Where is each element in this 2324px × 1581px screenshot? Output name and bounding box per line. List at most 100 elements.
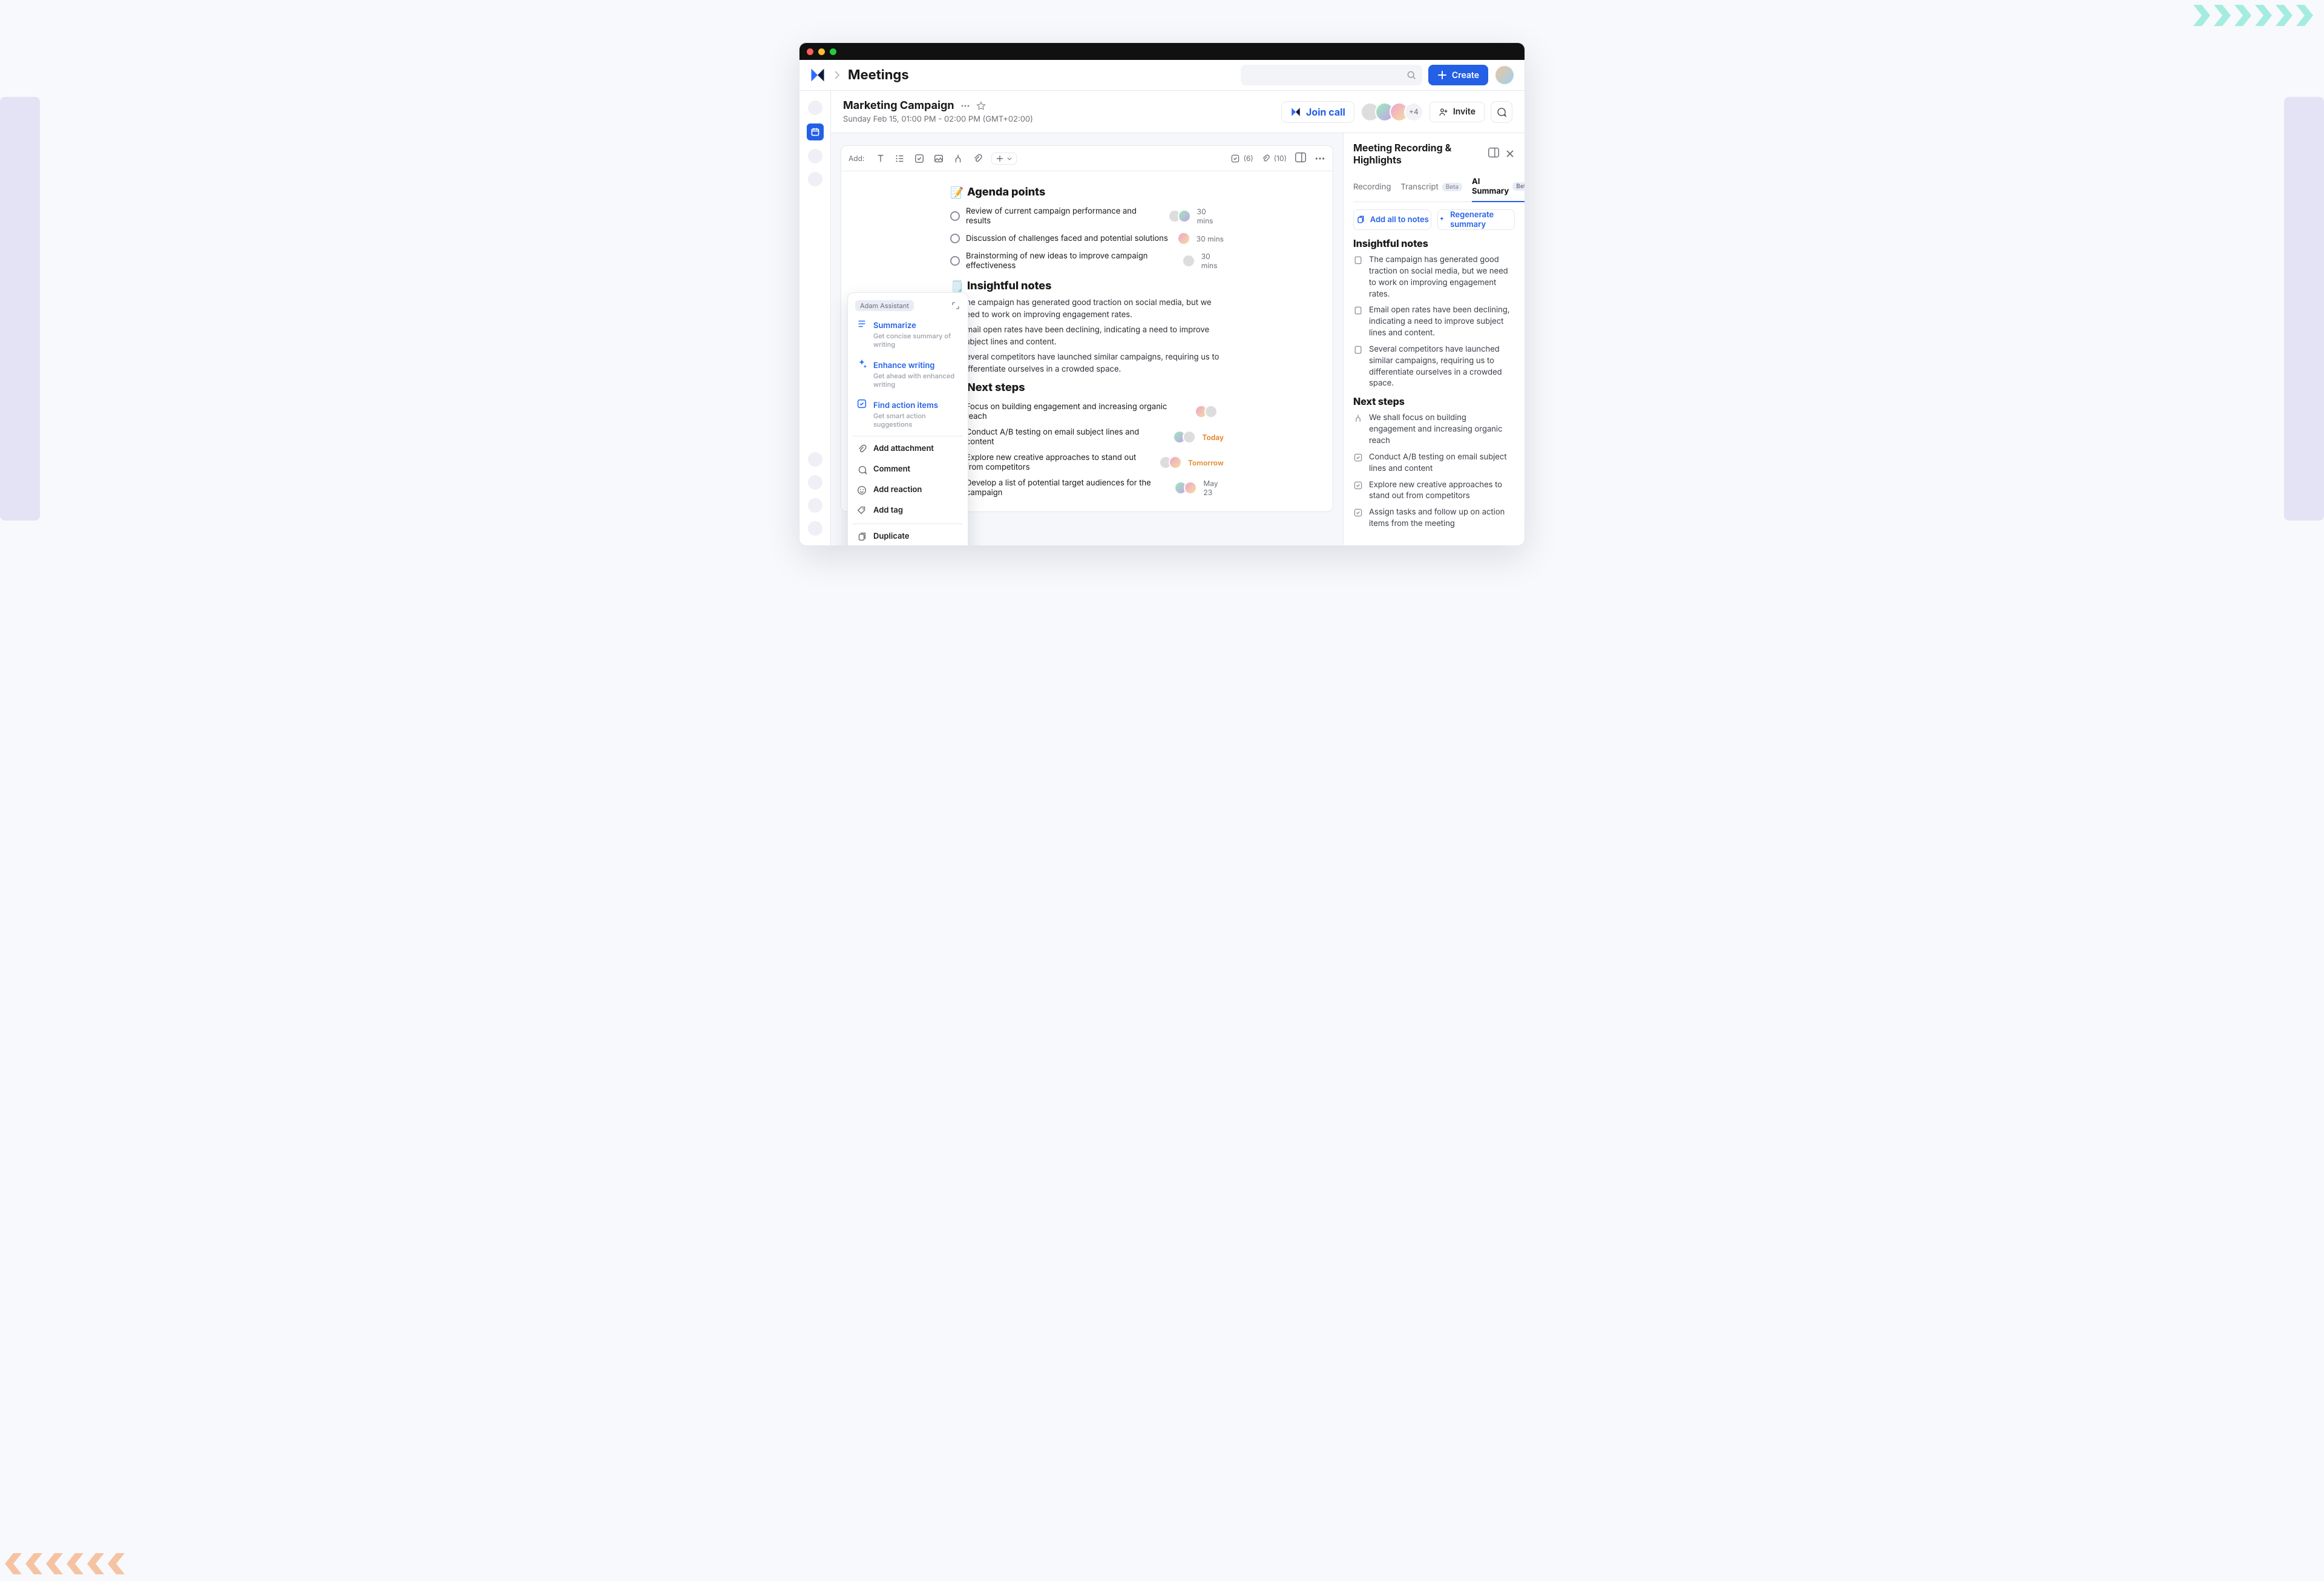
- duplicate-icon: [856, 531, 867, 542]
- panel-close-icon[interactable]: [1505, 146, 1515, 162]
- meeting-time: Sunday Feb 15, 01:00 PM - 02:00 PM (GMT+…: [843, 114, 1033, 124]
- step-item[interactable]: Conduct A/B testing on email subject lin…: [950, 424, 1224, 450]
- note-icon: [1353, 306, 1363, 315]
- menu-duplicate[interactable]: Duplicate: [852, 527, 964, 546]
- step-item[interactable]: Focus on building engagement and increas…: [950, 399, 1224, 424]
- chat-button[interactable]: [1491, 101, 1512, 123]
- note-icon: [1353, 255, 1363, 265]
- note-item: Email open rates have been declining, in…: [961, 324, 1224, 348]
- assignees[interactable]: [1174, 481, 1197, 495]
- menu-enhance[interactable]: Enhance writingGet ahead with enhanced w…: [852, 353, 964, 393]
- agenda-item[interactable]: Review of current campaign performance a…: [950, 203, 1224, 229]
- text-tool-icon[interactable]: [875, 153, 886, 164]
- invite-button[interactable]: Invite: [1430, 102, 1485, 122]
- content: Marketing Campaign Sunday Feb 15, 01:00 …: [831, 91, 1525, 545]
- notes-list: The campaign has generated good traction…: [950, 297, 1224, 375]
- list-tool-icon[interactable]: [894, 153, 905, 164]
- panel-step[interactable]: Explore new creative approaches to stand…: [1353, 479, 1515, 502]
- menu-summarize[interactable]: SummarizeGet concise summary of writing: [852, 314, 964, 353]
- comment-icon: [856, 464, 867, 475]
- tab-transcript[interactable]: TranscriptBeta: [1400, 177, 1462, 197]
- agenda-item[interactable]: Discussion of challenges faced and poten…: [950, 229, 1224, 248]
- rail-item-4[interactable]: [808, 172, 822, 186]
- menu-add-reaction[interactable]: Add reaction: [852, 480, 964, 501]
- rail-item-1[interactable]: [808, 100, 822, 115]
- search-input[interactable]: [1241, 65, 1422, 85]
- assignees[interactable]: [1173, 430, 1196, 444]
- minimize-dot[interactable]: [818, 48, 825, 55]
- participants-more[interactable]: +4: [1404, 102, 1423, 122]
- assignees[interactable]: [1177, 232, 1190, 245]
- menu-comment[interactable]: Comment: [852, 459, 964, 480]
- kebab-icon[interactable]: [960, 101, 970, 111]
- step-text: Conduct A/B testing on email subject lin…: [966, 427, 1167, 447]
- tab-recording[interactable]: Recording: [1353, 177, 1391, 197]
- create-button[interactable]: Create: [1428, 65, 1488, 85]
- checkbox-icon: [1353, 508, 1363, 518]
- radio-icon[interactable]: [950, 211, 960, 221]
- rail-item-bottom-2[interactable]: [808, 475, 822, 490]
- breadcrumb-current[interactable]: Meetings: [848, 67, 909, 83]
- assignees[interactable]: [1182, 254, 1195, 268]
- expand-icon[interactable]: [951, 301, 960, 311]
- attachment-tool-icon[interactable]: [972, 153, 983, 164]
- step-item[interactable]: Develop a list of potential target audie…: [950, 475, 1224, 501]
- user-avatar[interactable]: [1494, 65, 1515, 85]
- toolbar-plus-button[interactable]: [991, 153, 1017, 165]
- plus-icon: [996, 154, 1004, 163]
- layout-toggle-icon[interactable]: [1294, 151, 1307, 166]
- context-menu: Adam Assistant SummarizeGet concise summ…: [847, 292, 968, 546]
- agenda-item[interactable]: Brainstorming of new ideas to improve ca…: [950, 248, 1224, 274]
- panel-step[interactable]: We shall focus on building engagement an…: [1353, 412, 1515, 447]
- close-dot[interactable]: [807, 48, 813, 55]
- menu-item-title: Duplicate: [873, 531, 910, 541]
- panel-note[interactable]: Several competitors have launched simila…: [1353, 344, 1515, 389]
- route-tool-icon[interactable]: [953, 153, 963, 164]
- search-icon: [1407, 70, 1416, 80]
- star-icon[interactable]: [976, 101, 986, 111]
- join-call-button[interactable]: Join call: [1281, 101, 1354, 123]
- calendar-icon[interactable]: [807, 123, 824, 140]
- checklist-tool-icon[interactable]: [914, 153, 925, 164]
- radio-icon[interactable]: [950, 234, 960, 243]
- menu-item-desc: Get concise summary of writing: [873, 332, 959, 349]
- checklist-icon: [856, 398, 867, 409]
- panel-layout-icon[interactable]: [1487, 146, 1500, 162]
- join-call-label: Join call: [1306, 106, 1345, 118]
- toolbar-kebab-icon[interactable]: [1315, 153, 1325, 164]
- menu-item-title: Comment: [873, 464, 910, 474]
- assignees[interactable]: [1195, 405, 1218, 418]
- panel-note[interactable]: The campaign has generated good traction…: [1353, 254, 1515, 300]
- image-tool-icon[interactable]: [933, 153, 944, 164]
- panel-note[interactable]: Email open rates have been declining, in…: [1353, 304, 1515, 339]
- menu-add-tag[interactable]: Add tag: [852, 501, 964, 521]
- assignees[interactable]: [1159, 456, 1182, 469]
- tab-ai-summary[interactable]: AI SummaryBeta: [1472, 172, 1525, 202]
- agenda-duration: 30 mins: [1196, 234, 1224, 243]
- participants-stack[interactable]: +4: [1361, 102, 1423, 122]
- panel-step[interactable]: Conduct A/B testing on email subject lin…: [1353, 452, 1515, 475]
- attachments-count[interactable]: (10): [1261, 154, 1287, 163]
- step-item[interactable]: Explore new creative approaches to stand…: [950, 450, 1224, 475]
- radio-icon[interactable]: [950, 256, 960, 266]
- zoom-dot[interactable]: [830, 48, 836, 55]
- menu-add-attachment[interactable]: Add attachment: [852, 439, 964, 459]
- sparkle-icon: [1438, 215, 1446, 225]
- rail-item-bottom-1[interactable]: [808, 452, 822, 467]
- regenerate-summary-button[interactable]: Regenerate summary: [1437, 209, 1515, 230]
- create-button-label: Create: [1452, 70, 1479, 81]
- app-logo[interactable]: [809, 67, 826, 84]
- meeting-header: Marketing Campaign Sunday Feb 15, 01:00 …: [831, 91, 1525, 133]
- add-all-to-notes-button[interactable]: Add all to notes: [1353, 209, 1431, 230]
- panel-step[interactable]: Assign tasks and follow up on action ite…: [1353, 507, 1515, 530]
- rail-item-bottom-4[interactable]: [808, 521, 822, 536]
- rail-item-3[interactable]: [808, 149, 822, 163]
- menu-find-actions[interactable]: Find action itemsGet smart action sugges…: [852, 393, 964, 433]
- emoji-icon: [856, 485, 867, 496]
- assignees[interactable]: [1168, 209, 1191, 223]
- panel-title: Meeting Recording & Highlights: [1353, 142, 1482, 166]
- rail-item-bottom-3[interactable]: [808, 498, 822, 513]
- checks-count[interactable]: (6): [1230, 154, 1253, 163]
- step-when: Today: [1202, 433, 1224, 442]
- breadcrumb-chevron-icon: [832, 70, 842, 80]
